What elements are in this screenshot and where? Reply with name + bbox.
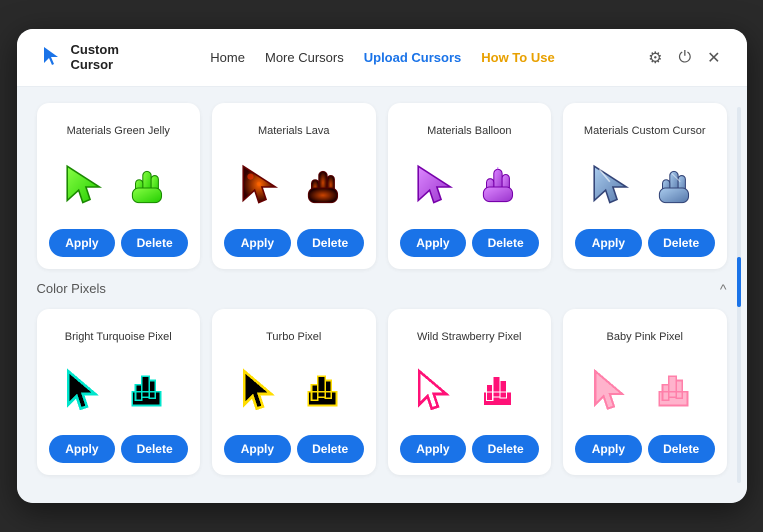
delete-button-custom-cursor[interactable]: Delete [648, 229, 715, 257]
card-buttons-green-jelly: Apply Delete [49, 229, 189, 257]
section-label-text: Color Pixels [37, 281, 106, 296]
apply-button-turbo[interactable]: Apply [224, 435, 291, 463]
card-lava: Materials Lava Apply Delete [212, 103, 376, 269]
card-balloon: Materials Balloon Apply Delete [388, 103, 552, 269]
chevron-up-icon[interactable]: ^ [720, 281, 727, 297]
delete-button-strawberry[interactable]: Delete [472, 435, 539, 463]
settings-icon[interactable]: ⚙ [646, 46, 664, 70]
main-content: Materials Green Jelly Apply Delete Mater… [17, 87, 747, 503]
cursor-arrow-lava [238, 161, 290, 213]
card-title-green-jelly: Materials Green Jelly [67, 117, 170, 145]
cursor-hand-crystal [649, 161, 701, 213]
card-title-balloon: Materials Balloon [427, 117, 511, 145]
materials-grid: Materials Green Jelly Apply Delete Mater… [37, 103, 727, 269]
cursor-hand-green [122, 161, 174, 213]
cursor-images-lava [238, 155, 350, 219]
card-pink: Baby Pink Pixel [563, 309, 727, 475]
card-buttons-strawberry: Apply Delete [400, 435, 540, 463]
delete-button-lava[interactable]: Delete [297, 229, 364, 257]
logo: Custom Cursor [41, 43, 119, 72]
apply-button-lava[interactable]: Apply [224, 229, 291, 257]
card-custom-cursor: Materials Custom Cursor Apply Delete [563, 103, 727, 269]
card-buttons-lava: Apply Delete [224, 229, 364, 257]
delete-button-turbo[interactable]: Delete [297, 435, 364, 463]
cursor-arrow-balloon [413, 161, 465, 213]
card-green-jelly: Materials Green Jelly Apply Delete [37, 103, 201, 269]
cursor-hand-strawberry [473, 367, 525, 419]
card-title-turquoise: Bright Turquoise Pixel [65, 323, 172, 351]
cursor-arrow-turquoise [62, 367, 114, 419]
cursor-hand-turbo [298, 367, 350, 419]
cursor-arrow-green [62, 161, 114, 213]
nav-menu: Home More Cursors Upload Cursors How To … [210, 50, 554, 65]
power-icon[interactable]: ⏻ [676, 47, 693, 69]
logo-text: Custom Cursor [71, 43, 119, 72]
cursor-hand-pink [649, 367, 701, 419]
delete-button-balloon[interactable]: Delete [472, 229, 539, 257]
apply-button-strawberry[interactable]: Apply [400, 435, 467, 463]
card-buttons-pink: Apply Delete [575, 435, 715, 463]
cursor-hand-turquoise [122, 367, 174, 419]
nav-how-to-use[interactable]: How To Use [481, 50, 554, 65]
scrollbar-thumb[interactable] [737, 257, 741, 307]
cursor-images-turquoise [62, 361, 174, 425]
cursor-arrow-crystal [589, 161, 641, 213]
cursor-images-custom-cursor [589, 155, 701, 219]
color-pixels-label: Color Pixels ^ [37, 281, 727, 297]
card-title-pink: Baby Pink Pixel [607, 323, 683, 351]
card-turbo: Turbo Pixel [212, 309, 376, 475]
delete-button-pink[interactable]: Delete [648, 435, 715, 463]
card-strawberry: Wild Strawberry Pixel [388, 309, 552, 475]
cursor-images-turbo [238, 361, 350, 425]
card-title-lava: Materials Lava [258, 117, 330, 145]
apply-button-custom-cursor[interactable]: Apply [575, 229, 642, 257]
delete-button-green-jelly[interactable]: Delete [121, 229, 188, 257]
card-title-turbo: Turbo Pixel [266, 323, 321, 351]
cursor-hand-lava [298, 161, 350, 213]
delete-button-turquoise[interactable]: Delete [121, 435, 188, 463]
card-title-strawberry: Wild Strawberry Pixel [417, 323, 522, 351]
cursor-hand-balloon [473, 161, 525, 213]
cursor-images-balloon [413, 155, 525, 219]
logo-icon [41, 45, 63, 71]
card-buttons-custom-cursor: Apply Delete [575, 229, 715, 257]
nav-more-cursors[interactable]: More Cursors [265, 50, 344, 65]
cursor-arrow-pink [589, 367, 641, 419]
nav-upload-cursors[interactable]: Upload Cursors [364, 50, 462, 65]
card-buttons-balloon: Apply Delete [400, 229, 540, 257]
apply-button-pink[interactable]: Apply [575, 435, 642, 463]
apply-button-balloon[interactable]: Apply [400, 229, 467, 257]
nav-home[interactable]: Home [210, 50, 245, 65]
cursor-arrow-strawberry [413, 367, 465, 419]
color-pixels-grid: Bright Turquoise Pixel [37, 309, 727, 475]
close-icon[interactable]: ✕ [705, 46, 722, 70]
cursor-arrow-turbo [238, 367, 290, 419]
cursor-images-strawberry [413, 361, 525, 425]
scrollbar[interactable] [737, 107, 741, 483]
card-title-custom-cursor: Materials Custom Cursor [584, 117, 706, 145]
cursor-images-pink [589, 361, 701, 425]
card-buttons-turquoise: Apply Delete [49, 435, 189, 463]
apply-button-turquoise[interactable]: Apply [49, 435, 116, 463]
app-header: Custom Cursor Home More Cursors Upload C… [17, 29, 747, 87]
apply-button-green-jelly[interactable]: Apply [49, 229, 116, 257]
card-turquoise: Bright Turquoise Pixel [37, 309, 201, 475]
card-buttons-turbo: Apply Delete [224, 435, 364, 463]
nav-icon-group: ⚙ ⏻ ✕ [646, 46, 722, 70]
cursor-images-green-jelly [62, 155, 174, 219]
app-window: Custom Cursor Home More Cursors Upload C… [17, 29, 747, 503]
